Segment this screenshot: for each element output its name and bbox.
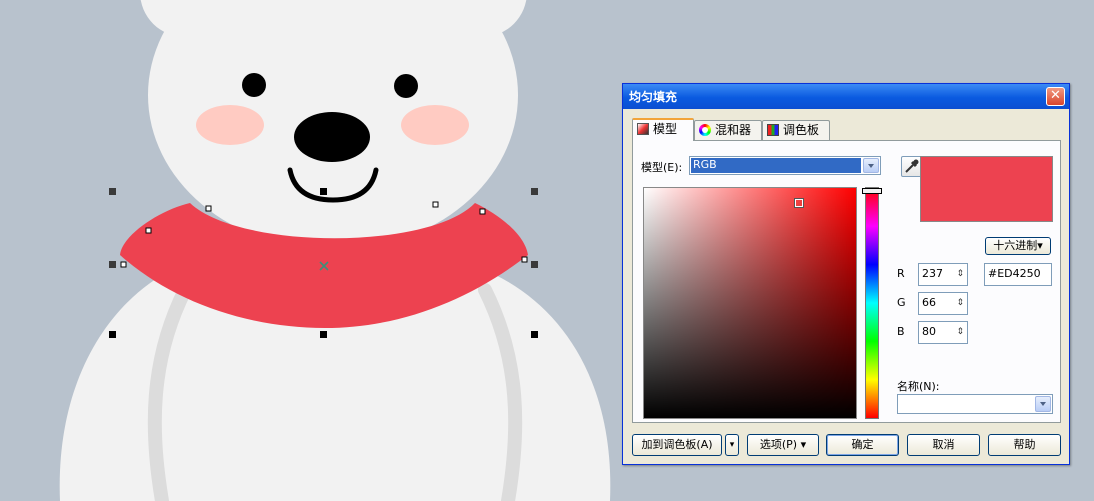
hex-value-input[interactable]: #ED4250: [984, 263, 1052, 286]
add-to-palette-button[interactable]: 加到调色板(A): [632, 434, 722, 456]
color-field-marker[interactable]: [795, 199, 803, 207]
color-preview: [920, 156, 1053, 222]
close-icon: ✕: [1050, 88, 1061, 103]
selection-handle-top-center[interactable]: [320, 188, 327, 195]
channel-r-value: 237: [922, 267, 943, 280]
bear-left-cheek: [196, 105, 264, 145]
node-point[interactable]: [479, 208, 486, 215]
node-point[interactable]: [205, 205, 212, 212]
bear-right-eye: [394, 74, 418, 98]
selection-handle-top-left[interactable]: [109, 188, 116, 195]
tab-palette[interactable]: 调色板: [762, 120, 830, 140]
tab-model[interactable]: 模型: [632, 118, 694, 141]
model-label: 模型(E):: [641, 161, 683, 174]
help-button[interactable]: 帮助: [988, 434, 1061, 456]
selection-handle-bottom-left[interactable]: [109, 331, 116, 338]
tab-mixer[interactable]: 混和器: [694, 120, 762, 140]
name-select[interactable]: [897, 394, 1053, 414]
uniform-fill-dialog: 均匀填充 ✕ 模型 混和器 调色板 模型(E): RGB 十六进制▾ #ED42…: [622, 83, 1070, 465]
hex-mode-button[interactable]: 十六进制▾: [985, 237, 1051, 255]
tab-mixer-label: 混和器: [715, 123, 752, 137]
chevron-down-icon: ▾: [729, 440, 735, 450]
spin-arrows-icon[interactable]: ⇕: [956, 268, 964, 280]
eyedropper-icon: [905, 159, 919, 173]
color-field-black-gradient: [644, 188, 856, 418]
selection-handle-middle-right[interactable]: [531, 261, 538, 268]
node-point[interactable]: [145, 227, 152, 234]
chevron-down-icon: ▾: [1037, 239, 1043, 252]
channel-r-input[interactable]: 237 ⇕: [918, 263, 968, 286]
channel-r-label: R: [897, 267, 905, 280]
close-button[interactable]: ✕: [1046, 87, 1065, 106]
add-to-palette-dropdown[interactable]: ▾: [725, 434, 739, 456]
chevron-down-icon[interactable]: [863, 158, 879, 173]
model-select[interactable]: RGB: [689, 156, 881, 175]
node-point[interactable]: [521, 256, 528, 263]
options-label: 选项(P): [759, 438, 798, 451]
cancel-button[interactable]: 取消: [907, 434, 980, 456]
color-field[interactable]: [643, 187, 857, 419]
model-select-value: RGB: [691, 158, 861, 173]
channel-g-input[interactable]: 66 ⇕: [918, 292, 968, 315]
dialog-titlebar[interactable]: 均匀填充 ✕: [623, 84, 1069, 109]
channel-g-value: 66: [922, 296, 936, 309]
node-point[interactable]: [432, 201, 439, 208]
hue-slider[interactable]: [865, 187, 879, 419]
bear-right-cheek: [401, 105, 469, 145]
tab-model-label: 模型: [653, 122, 678, 136]
selection-handle-bottom-right[interactable]: [531, 331, 538, 338]
hex-mode-label: 十六进制: [993, 239, 1038, 252]
channel-b-input[interactable]: 80 ⇕: [918, 321, 968, 344]
model-icon: [637, 123, 649, 135]
chevron-down-icon: ▾: [800, 438, 807, 451]
selection-handle-top-right[interactable]: [531, 188, 538, 195]
selection-handle-middle-left[interactable]: [109, 261, 116, 268]
hue-slider-handle[interactable]: [862, 188, 882, 194]
dialog-title: 均匀填充: [629, 90, 678, 104]
channel-b-value: 80: [922, 325, 936, 338]
channel-b-label: B: [897, 325, 905, 338]
ok-button[interactable]: 确定: [826, 434, 899, 456]
name-label: 名称(N):: [897, 380, 940, 393]
selection-handle-bottom-center[interactable]: [320, 331, 327, 338]
options-button[interactable]: 选项(P) ▾: [747, 434, 819, 456]
tab-palette-label: 调色板: [783, 123, 820, 137]
spin-arrows-icon[interactable]: ⇕: [956, 297, 964, 309]
spin-arrows-icon[interactable]: ⇕: [956, 326, 964, 338]
eyedropper-button[interactable]: [901, 156, 922, 177]
mixer-icon: [699, 124, 711, 136]
bear-nose: [294, 112, 370, 162]
model-panel: 模型(E): RGB 十六进制▾ #ED4250 R 237 ⇕ G 66 ⇕ B: [632, 140, 1061, 423]
bear-left-eye: [242, 73, 266, 97]
palette-icon: [767, 124, 779, 136]
chevron-down-icon[interactable]: [1035, 396, 1051, 412]
channel-g-label: G: [897, 296, 906, 309]
node-point[interactable]: [120, 261, 127, 268]
